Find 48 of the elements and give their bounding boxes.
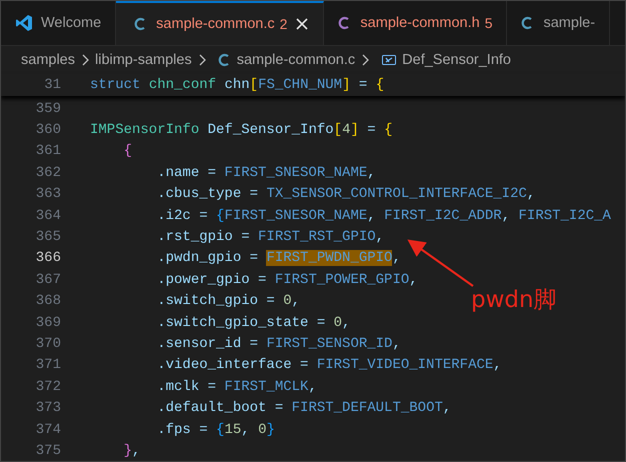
code-line: .sensor_id = FIRST_SENSOR_ID, xyxy=(156,336,401,352)
code-line: { xyxy=(122,143,132,160)
breadcrumb-item[interactable]: sample-common.c xyxy=(236,52,356,68)
code-line: .cbus_type = TX_SENSOR_CONTROL_INTERFACE_I2C, xyxy=(156,186,536,202)
code-line: .power_gpio = FIRST_POWER_GPIO, xyxy=(156,272,418,288)
breadcrumb-item[interactable]: libimp-samples xyxy=(95,52,192,68)
code-line: .fps = {15, 0} xyxy=(156,422,275,438)
code-line: .switch_gpio_state = 0, xyxy=(156,314,350,331)
line-number: 370 xyxy=(34,336,61,352)
line-number: 371 xyxy=(34,357,61,374)
line-number: 373 xyxy=(34,400,61,416)
line-number: 361 xyxy=(34,143,61,160)
line-number: 31 xyxy=(43,76,61,93)
line-number: 374 xyxy=(34,422,61,438)
chevron-icon xyxy=(80,53,90,67)
line-number: 363 xyxy=(34,186,61,202)
line-number: 367 xyxy=(34,272,61,288)
line-number: 366 xyxy=(34,250,61,266)
line-number: 369 xyxy=(34,314,61,331)
code-line: struct chn_conf chn[FS_CHN_NUM] = { xyxy=(90,76,384,93)
line-number: 375 xyxy=(34,442,61,459)
code-line: .switch_gpio = 0, xyxy=(156,293,300,310)
annotation-text: pwdn脚 xyxy=(471,286,557,315)
line-number: 365 xyxy=(34,229,61,246)
breadcrumb-item[interactable]: Def_Sensor_Info xyxy=(402,52,511,68)
code-line: .video_interface = FIRST_VIDEO_INTERFACE, xyxy=(156,357,502,374)
close-icon xyxy=(295,17,310,31)
code-line: .mclk = FIRST_MCLK, xyxy=(156,378,317,395)
code-line: .name = FIRST_SNESOR_NAME, xyxy=(156,164,376,181)
code-line: .i2c = {FIRST_SNESOR_NAME, FIRST_I2C_ADDR, FIRST_I2C_A xyxy=(156,208,611,224)
code-line: .rst_gpio = FIRST_RST_GPIO, xyxy=(156,229,384,246)
editor-tab[interactable]: sample-common.c 2 xyxy=(116,1,324,45)
problem-count: 2 xyxy=(280,16,288,32)
chevron-icon xyxy=(360,53,370,67)
line-number: 360 xyxy=(34,122,61,138)
variable-symbol-icon xyxy=(381,52,398,68)
code-line: }, xyxy=(122,442,140,459)
code-editor-logo-icon xyxy=(15,14,33,32)
code-line: IMPSensorInfo Def_Sensor_Info[4] = { xyxy=(90,122,392,138)
breadcrumb-item[interactable]: samples xyxy=(21,52,75,68)
line-number: 368 xyxy=(34,293,61,310)
line-number: 372 xyxy=(34,378,61,395)
chevron-icon xyxy=(196,53,207,67)
line-number: 364 xyxy=(34,208,61,224)
line-number: 362 xyxy=(34,164,61,181)
problem-count: 5 xyxy=(484,15,492,31)
line-number: 359 xyxy=(34,100,61,117)
code-line: .default_boot = FIRST_DEFAULT_BOOT, xyxy=(156,400,452,416)
